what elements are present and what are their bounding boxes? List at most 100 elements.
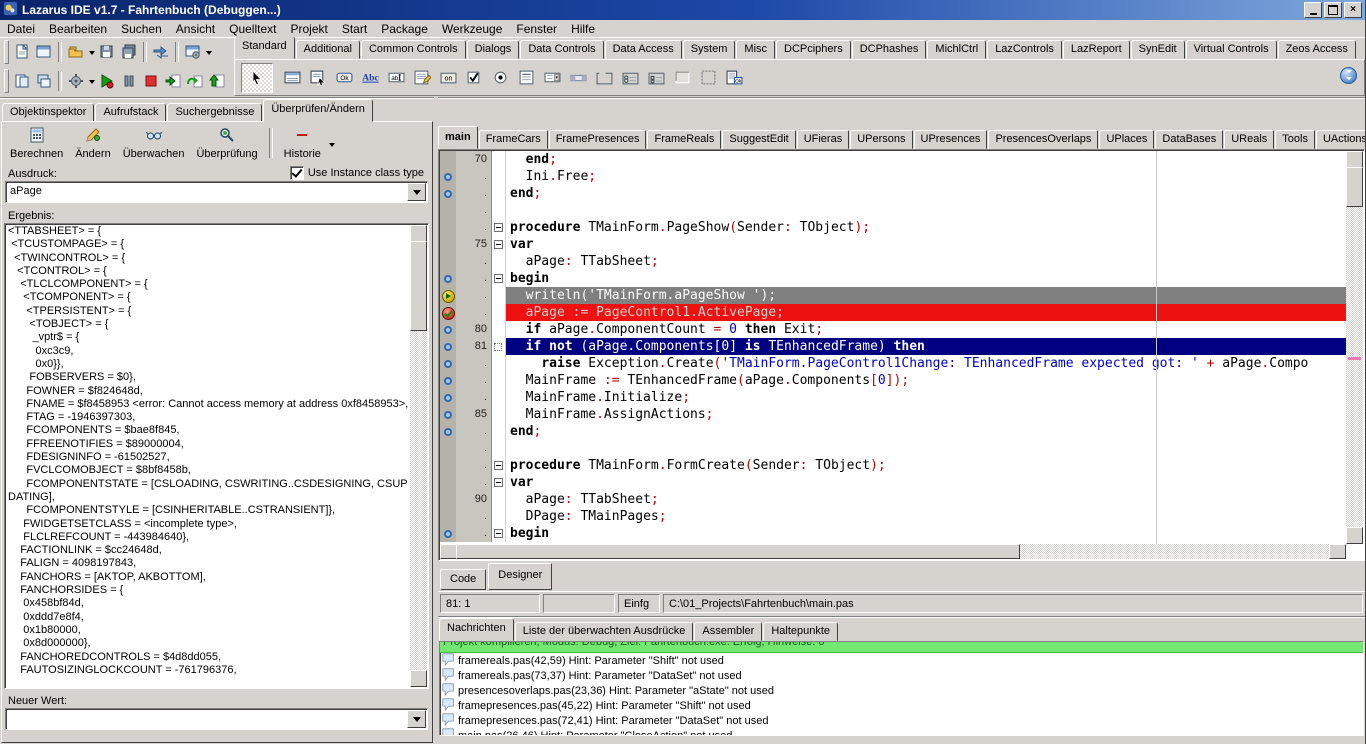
tbutton-tool-icon[interactable]: Ok xyxy=(331,65,357,91)
gutter-line-number[interactable]: . xyxy=(456,304,492,321)
gutter-line-number[interactable]: . xyxy=(456,185,492,202)
build-mode-icon[interactable] xyxy=(182,41,204,63)
gutter-marker-cell[interactable] xyxy=(440,406,456,423)
code-line[interactable]: . MainFrame := TEnhancedFrame(aPage.Comp… xyxy=(440,372,1346,389)
code-line[interactable]: 80 if aPage.ComponentCount = 0 then Exit… xyxy=(440,321,1346,338)
fold-collapse-icon[interactable] xyxy=(494,240,503,249)
messages-tab-nachrichten[interactable]: Nachrichten xyxy=(439,618,514,641)
code-view[interactable]: 70 end;. Ini.Free;.end;..procedure TMain… xyxy=(438,149,1365,561)
gutter-line-number[interactable]: . xyxy=(456,389,492,406)
code-line[interactable]: .begin xyxy=(440,525,1346,542)
gutter-line-number[interactable]: 75 xyxy=(456,236,492,253)
menu-ansicht[interactable]: Ansicht xyxy=(169,21,222,37)
gutter-line-number[interactable]: . xyxy=(456,219,492,236)
code-line[interactable]: . xyxy=(440,440,1346,457)
scroll-left-icon[interactable] xyxy=(440,544,457,559)
editor-tab-framepresences[interactable]: FramePresences xyxy=(549,130,647,149)
code-line[interactable]: . writeln('TMainForm.aPageShow '); xyxy=(440,287,1346,304)
gutter-line-number[interactable]: . xyxy=(456,355,492,372)
scroll-down-icon[interactable] xyxy=(1346,527,1363,544)
minimize-button[interactable] xyxy=(1304,2,1322,18)
palette-tab-lazreport[interactable]: LazReport xyxy=(1063,40,1130,59)
code-line[interactable]: . var xyxy=(440,474,1346,491)
gutter-line-number[interactable]: . xyxy=(456,423,492,440)
palette-tab-additional[interactable]: Additional xyxy=(296,40,360,59)
palette-tab-dcpciphers[interactable]: DCPciphers xyxy=(776,40,851,59)
code-line[interactable]: 70 end; xyxy=(440,151,1346,168)
editor-tab-main[interactable]: main xyxy=(438,126,478,149)
message-row[interactable]: framereals.pas(42,59) Hint: Parameter "S… xyxy=(440,653,1363,668)
gutter-fold-cell[interactable] xyxy=(492,355,506,372)
editor-tab-upersons[interactable]: UPersons xyxy=(850,130,912,149)
berwachen-button[interactable]: Überwachen xyxy=(117,124,191,162)
tmainmenu-tool-icon[interactable] xyxy=(279,65,305,91)
gutter-fold-cell[interactable] xyxy=(492,389,506,406)
gutter-fold-cell[interactable] xyxy=(492,508,506,525)
palette-tab-lazcontrols[interactable]: LazControls xyxy=(987,40,1062,59)
code-text[interactable]: MainFrame.AssignActions; xyxy=(506,406,1346,423)
tlabel-tool-icon[interactable]: Abc xyxy=(357,65,383,91)
view-tab-code[interactable]: Code xyxy=(440,569,486,590)
tpanel-tool-icon[interactable] xyxy=(669,65,695,91)
scroll-thumb[interactable] xyxy=(456,544,1020,559)
code-text[interactable]: procedure TMainForm.FormCreate(Sender: T… xyxy=(506,457,1346,474)
tactionlist-tool-icon[interactable]: Ok xyxy=(721,65,747,91)
scroll-up-icon[interactable] xyxy=(1346,151,1363,168)
inspector-tab-suchergebnisse[interactable]: Suchergebnisse xyxy=(167,103,262,122)
editor-vscrollbar[interactable] xyxy=(1346,151,1363,544)
gutter-marker-cell[interactable] xyxy=(440,372,456,389)
menu-datei[interactable]: Datei xyxy=(0,21,42,37)
gutter-line-number[interactable]: 85 xyxy=(456,406,492,423)
messages-tab-haltepunkte[interactable]: Haltepunkte xyxy=(763,622,838,641)
menu-fenster[interactable]: Fenster xyxy=(509,21,564,37)
palette-tab-michlctrl[interactable]: MichlCtrl xyxy=(927,40,986,59)
view-forms-icon[interactable] xyxy=(33,70,55,92)
new-value-combobox[interactable] xyxy=(5,708,428,730)
gutter-marker-cell[interactable] xyxy=(440,270,456,287)
editor-tab-presencesoverlaps[interactable]: PresencesOverlaps xyxy=(988,130,1098,149)
gutter-fold-cell[interactable] xyxy=(492,440,506,457)
gutter-line-number[interactable]: . xyxy=(456,474,492,491)
code-line[interactable]: . raise Exception.Create('TMainForm.Page… xyxy=(440,355,1346,372)
gutter-line-number[interactable]: 70 xyxy=(456,151,492,168)
code-line[interactable]: . Ini.Free; xyxy=(440,168,1346,185)
maximize-button[interactable] xyxy=(1324,2,1342,18)
inspector-tab-aufrufstack[interactable]: Aufrufstack xyxy=(95,103,166,122)
tcheckbox-tool-icon[interactable] xyxy=(461,65,487,91)
code-text[interactable]: var xyxy=(506,236,1346,253)
menu-bearbeiten[interactable]: Bearbeiten xyxy=(42,21,114,37)
palette-tab-dcphashes[interactable]: DCPhashes xyxy=(852,40,927,59)
gutter-fold-cell[interactable] xyxy=(492,321,506,338)
gutter-fold-cell[interactable] xyxy=(492,185,506,202)
gutter-marker-cell[interactable] xyxy=(440,151,456,168)
gutter-line-number[interactable]: . xyxy=(456,525,492,542)
gutter-fold-cell[interactable] xyxy=(492,304,506,321)
gutter-marker-cell[interactable] xyxy=(440,474,456,491)
tlistbox-tool-icon[interactable] xyxy=(513,65,539,91)
berpr-fung-button[interactable]: Überprüfung xyxy=(190,124,263,162)
code-line[interactable]: 81 if not (aPage.Components[0] is TEnhan… xyxy=(440,338,1346,355)
inspector-tab-objektinspektor[interactable]: Objektinspektor xyxy=(2,103,94,122)
code-text[interactable]: aPage := PageControl1.ActivePage; xyxy=(506,304,1346,321)
tpopupmenu-tool-icon[interactable] xyxy=(305,65,331,91)
gutter-marker-cell[interactable] xyxy=(440,440,456,457)
code-text[interactable] xyxy=(506,440,1346,457)
step-into-icon[interactable] xyxy=(162,70,184,92)
code-line[interactable]: . xyxy=(440,202,1346,219)
expression-dropdown-icon[interactable] xyxy=(407,183,426,201)
message-row[interactable]: framepresences.pas(72,41) Hint: Paramete… xyxy=(440,713,1363,728)
gutter-fold-cell[interactable] xyxy=(492,457,506,474)
palette-tab-common-controls[interactable]: Common Controls xyxy=(361,40,466,59)
menu-quelltext[interactable]: Quelltext xyxy=(222,21,283,37)
menu-suchen[interactable]: Suchen xyxy=(114,21,169,37)
editor-hscrollbar[interactable] xyxy=(440,544,1346,559)
new-unit-icon[interactable] xyxy=(11,41,33,63)
code-text[interactable]: var xyxy=(506,474,1346,491)
code-line[interactable]: . MainFrame.Initialize; xyxy=(440,389,1346,406)
ndern-button[interactable]: Ändern xyxy=(69,124,116,162)
tedit-tool-icon[interactable]: ab xyxy=(383,65,409,91)
debug-dropdown-icon[interactable] xyxy=(87,70,96,92)
menu-hilfe[interactable]: Hilfe xyxy=(564,21,602,37)
gutter-fold-cell[interactable] xyxy=(492,219,506,236)
compile-icon[interactable] xyxy=(65,70,87,92)
